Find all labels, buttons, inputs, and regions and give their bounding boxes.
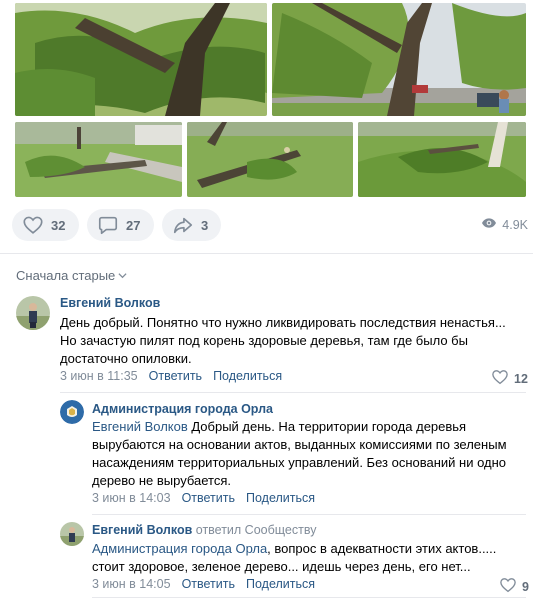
views-counter: 4.9K xyxy=(481,215,528,234)
chevron-down-icon xyxy=(118,268,127,283)
comment-text-line: Но зачастую пилят под корень здоровые де… xyxy=(60,333,468,348)
replied-to-label: ответил Сообществу xyxy=(195,523,317,537)
post-photo-grid xyxy=(15,3,526,197)
post-photo-1[interactable] xyxy=(15,3,267,116)
heart-icon xyxy=(491,368,509,389)
comment-author[interactable]: Евгений Волков xyxy=(60,296,160,310)
post-action-bar: 32 27 3 4.9K xyxy=(12,209,528,243)
comment-icon xyxy=(97,214,119,236)
mention-link[interactable]: Администрация города Орла xyxy=(92,541,267,556)
comment-text-line: стоит здоровое, зеленое дерево... идешь … xyxy=(92,559,471,574)
share-comment-button[interactable]: Поделиться xyxy=(213,369,282,383)
reply-button[interactable]: Ответить xyxy=(182,491,235,505)
post-photo-3[interactable] xyxy=(15,122,182,197)
avatar[interactable] xyxy=(60,400,84,424)
like-button[interactable]: 32 xyxy=(12,209,79,241)
comment-text-line: Евгений Волков Добрый день. На территори… xyxy=(92,418,530,436)
post-divider xyxy=(0,253,533,254)
comment-separator xyxy=(92,514,526,515)
comment-meta: 3 июн в 14:03 Ответить Поделиться xyxy=(92,491,315,505)
comment-meta: 3 июн в 14:05 Ответить Поделиться xyxy=(92,577,315,591)
comment-text-line: достаточно опиловки. xyxy=(60,351,192,366)
share-button[interactable]: 3 xyxy=(162,209,221,241)
comment-meta: 3 июн в 11:35 Ответить Поделиться xyxy=(60,369,282,383)
share-comment-button[interactable]: Поделиться xyxy=(246,577,315,591)
eye-icon xyxy=(481,215,497,234)
heart-icon xyxy=(22,214,44,236)
share-count: 3 xyxy=(201,217,209,233)
comment-count: 27 xyxy=(126,217,141,233)
comment-text-line: День добрый. Понятно что нужно ликвидиро… xyxy=(60,315,506,330)
comment-author[interactable]: Администрация города Орла xyxy=(92,402,273,416)
comment-text-line: вырубаются на основании актов, выданных … xyxy=(92,437,507,452)
comment-separator xyxy=(60,392,526,393)
comment-separator xyxy=(92,597,526,598)
avatar[interactable] xyxy=(16,296,50,330)
comment-button[interactable]: 27 xyxy=(87,209,154,241)
post-photo-4[interactable] xyxy=(187,122,353,197)
comment-text: Евгений Волков Добрый день. На территори… xyxy=(92,418,530,490)
comment-author-name[interactable]: Евгений Волков xyxy=(92,523,192,537)
comment-date[interactable]: 3 июн в 14:03 xyxy=(92,491,171,505)
reply-button[interactable]: Ответить xyxy=(182,577,235,591)
comment-like-button[interactable]: 12 xyxy=(491,368,528,389)
comment-text-line: Администрация города Орла, вопрос в адек… xyxy=(92,540,530,558)
reply-button[interactable]: Ответить xyxy=(149,369,202,383)
avatar[interactable] xyxy=(60,522,84,546)
sort-label: Сначала старые xyxy=(16,268,116,283)
comment-author[interactable]: Евгений Волков ответил Сообществу xyxy=(92,523,316,537)
comment-text-line: дерево не вырубается. xyxy=(92,473,232,488)
comment-date[interactable]: 3 июн в 14:05 xyxy=(92,577,171,591)
comment-like-count: 9 xyxy=(522,579,529,594)
comment-like-button[interactable]: 9 xyxy=(499,576,529,597)
comment-text: День добрый. Понятно что нужно ликвидиро… xyxy=(60,314,530,368)
heart-icon xyxy=(499,576,517,597)
post-photo-2[interactable] xyxy=(272,3,526,116)
comment-text-fragment: , вопрос в адекватности этих актов..... xyxy=(267,541,497,556)
views-count: 4.9K xyxy=(502,217,528,232)
mention-link[interactable]: Евгений Волков xyxy=(92,419,188,434)
post-photo-5[interactable] xyxy=(358,122,526,197)
share-comment-button[interactable]: Поделиться xyxy=(246,491,315,505)
comment-like-count: 12 xyxy=(514,371,528,386)
comment-sort-dropdown[interactable]: Сначала старые xyxy=(16,268,127,283)
comment-text-fragment: Добрый день. На территории города деревь… xyxy=(187,419,467,434)
like-count: 32 xyxy=(51,217,66,233)
comment-text: Администрация города Орла, вопрос в адек… xyxy=(92,540,530,576)
comment-text-line: насаждениям территориальных управлений. … xyxy=(92,455,507,470)
comment-date[interactable]: 3 июн в 11:35 xyxy=(60,369,138,383)
share-icon xyxy=(172,214,194,236)
